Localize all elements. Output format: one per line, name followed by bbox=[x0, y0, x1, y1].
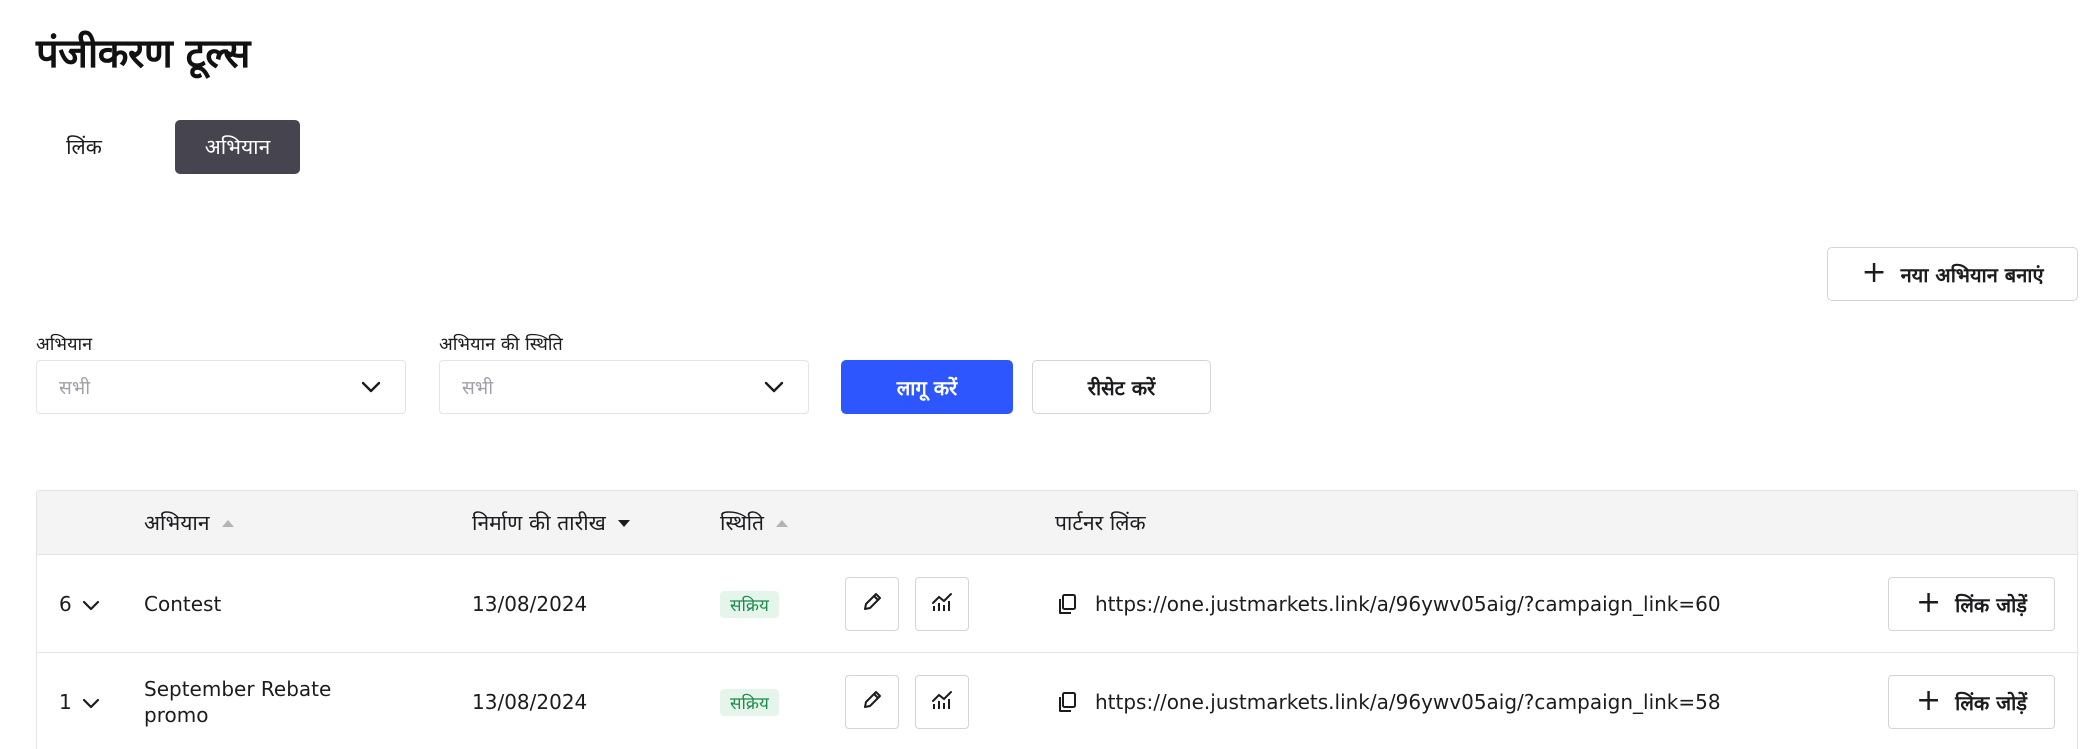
page-title: पंजीकरण टूल्स bbox=[36, 31, 250, 77]
column-header-partner-link: पार्टनर लिंक bbox=[1055, 491, 1146, 555]
column-header-status-label: स्थिति bbox=[720, 511, 765, 535]
apply-button[interactable]: लागू करें bbox=[841, 360, 1013, 414]
campaign-name: September Rebate promo bbox=[144, 676, 332, 727]
chevron-down-icon bbox=[764, 381, 784, 393]
tab-campaigns[interactable]: अभियान bbox=[175, 120, 300, 174]
pencil-icon bbox=[861, 591, 883, 617]
partner-link: https://one.justmarkets.link/a/96ywv05ai… bbox=[1095, 591, 1721, 616]
sort-asc-icon bbox=[776, 519, 789, 527]
column-header-created-label: निर्माण की तारीख bbox=[472, 511, 606, 535]
created-date: 13/08/2024 bbox=[472, 689, 588, 714]
expand-row-toggle[interactable]: 6 bbox=[59, 555, 100, 652]
new-campaign-button[interactable]: + नया अभियान बनाएं bbox=[1827, 247, 2078, 301]
plus-icon: + bbox=[1861, 254, 1887, 290]
campaigns-table: अभियान निर्माण की तारीख स्थिति पार्टनर ल… bbox=[36, 490, 2078, 749]
table-row: 6 Contest 13/08/2024 सक्रिय https://one.… bbox=[37, 555, 2077, 653]
expand-row-toggle[interactable]: 1 bbox=[59, 653, 100, 749]
sort-asc-icon bbox=[221, 519, 234, 527]
add-link-label: लिंक जोड़ें bbox=[1955, 592, 2027, 617]
chart-icon bbox=[930, 689, 954, 715]
status-badge: सक्रिय bbox=[720, 689, 779, 716]
campaign-name: Contest bbox=[144, 591, 222, 616]
status-select[interactable]: सभी bbox=[439, 360, 809, 414]
reset-button[interactable]: रीसेट करें bbox=[1032, 360, 1211, 414]
tab-links[interactable]: लिंक bbox=[44, 120, 124, 174]
table-header: अभियान निर्माण की तारीख स्थिति पार्टनर ल… bbox=[37, 491, 2077, 555]
edit-button[interactable] bbox=[845, 675, 899, 729]
sort-desc-icon bbox=[617, 519, 630, 527]
chevron-down-icon bbox=[361, 381, 381, 393]
chevron-down-icon bbox=[82, 592, 100, 616]
column-header-status[interactable]: स्थिति bbox=[720, 491, 789, 555]
column-header-created[interactable]: निर्माण की तारीख bbox=[472, 491, 630, 555]
add-link-button[interactable]: + लिंक जोड़ें bbox=[1888, 675, 2055, 729]
campaign-select-value: सभी bbox=[59, 377, 91, 399]
table-row: 1 September Rebate promo 13/08/2024 सक्र… bbox=[37, 653, 2077, 749]
new-campaign-label: नया अभियान बनाएं bbox=[1900, 262, 2044, 287]
add-link-button[interactable]: + लिंक जोड़ें bbox=[1888, 577, 2055, 631]
column-header-campaign-label: अभियान bbox=[144, 511, 210, 535]
copy-icon[interactable] bbox=[1057, 593, 1077, 619]
statistics-button[interactable] bbox=[915, 675, 969, 729]
status-filter-label: अभियान की स्थिति bbox=[439, 334, 563, 355]
copy-icon[interactable] bbox=[1057, 691, 1077, 717]
edit-button[interactable] bbox=[845, 577, 899, 631]
status-badge: सक्रिय bbox=[720, 591, 779, 618]
add-link-label: लिंक जोड़ें bbox=[1955, 690, 2027, 715]
status-select-value: सभी bbox=[462, 377, 494, 399]
column-header-partner-link-label: पार्टनर लिंक bbox=[1055, 511, 1146, 535]
link-count: 6 bbox=[59, 591, 72, 616]
link-count: 1 bbox=[59, 689, 72, 714]
plus-icon: + bbox=[1916, 682, 1942, 718]
pencil-icon bbox=[861, 689, 883, 715]
plus-icon: + bbox=[1916, 584, 1942, 620]
statistics-button[interactable] bbox=[915, 577, 969, 631]
created-date: 13/08/2024 bbox=[472, 591, 588, 616]
column-header-campaign[interactable]: अभियान bbox=[144, 491, 234, 555]
campaign-select[interactable]: सभी bbox=[36, 360, 406, 414]
chevron-down-icon bbox=[82, 690, 100, 714]
chart-icon bbox=[930, 591, 954, 617]
partner-link: https://one.justmarkets.link/a/96ywv05ai… bbox=[1095, 689, 1721, 714]
campaign-filter-label: अभियान bbox=[36, 334, 93, 355]
